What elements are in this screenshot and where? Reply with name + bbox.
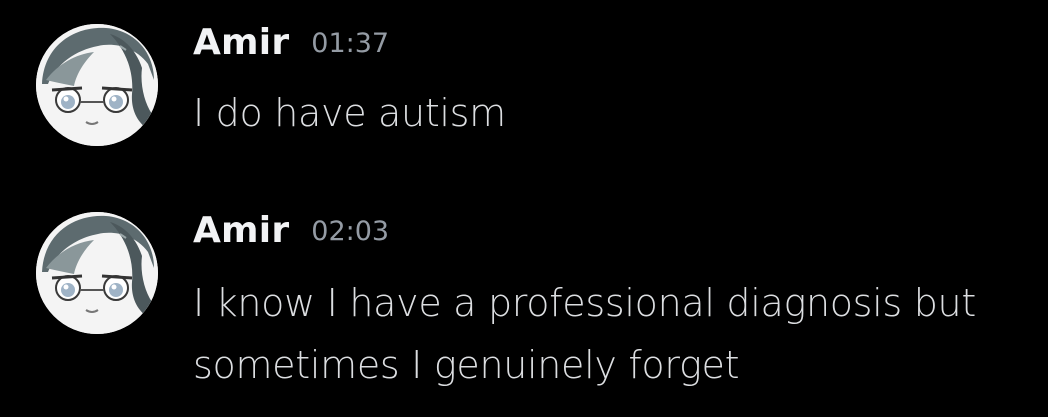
username[interactable]: Amir [193,210,289,251]
username[interactable]: Amir [193,22,289,63]
chat-log: Amir 01:37 I do have autism Amir 02:03 I… [0,0,1048,417]
user-avatar[interactable] [36,24,158,146]
user-avatar[interactable] [36,212,158,334]
message-text: I do have autism [193,91,506,135]
anime-avatar-icon [36,212,158,334]
message-text: I know I have a professional diagnosis b… [193,281,976,387]
anime-avatar-icon [36,24,158,146]
timestamp[interactable]: 02:03 [311,216,389,247]
message-header: Amir 02:03 [193,210,389,260]
message-header: Amir 01:37 [193,22,389,72]
timestamp[interactable]: 01:37 [311,28,389,59]
